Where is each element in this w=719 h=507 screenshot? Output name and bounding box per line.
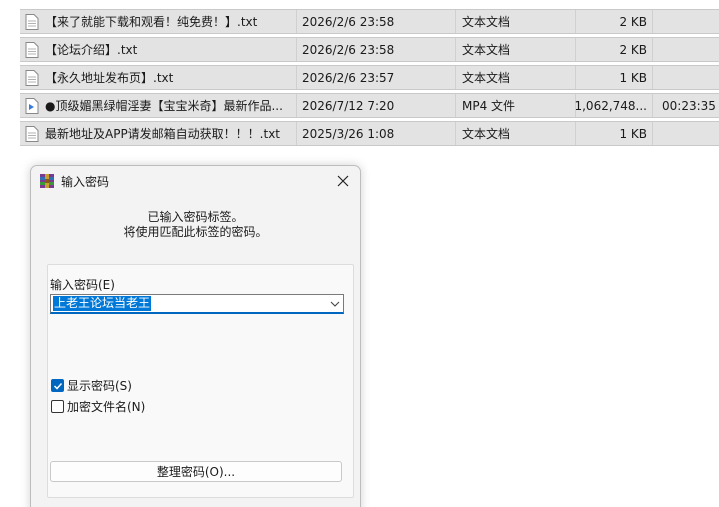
text-file-icon bbox=[25, 125, 39, 142]
text-file-icon bbox=[25, 69, 39, 86]
file-type: 文本文档 bbox=[462, 71, 511, 85]
file-row[interactable]: 【论坛介绍】.txt 2026/2/6 23:58 文本文档 2 KB bbox=[20, 37, 719, 62]
text-file-icon bbox=[25, 41, 39, 58]
column-divider bbox=[575, 10, 576, 33]
file-size: 2 KB bbox=[619, 14, 647, 29]
column-divider bbox=[455, 38, 456, 61]
password-label: 输入密码(E) bbox=[50, 278, 115, 292]
dialog-titlebar: 输入密码 bbox=[31, 166, 360, 196]
file-type: 文本文档 bbox=[462, 15, 511, 29]
column-divider bbox=[455, 66, 456, 89]
file-row[interactable]: 【永久地址发布页】.txt 2026/2/6 23:57 文本文档 1 KB bbox=[20, 65, 719, 90]
column-divider bbox=[296, 10, 297, 33]
file-name: ●顶级媚黑绿帽淫妻【宝宝米奇】最新作品... bbox=[45, 99, 283, 113]
column-divider bbox=[575, 122, 576, 145]
password-dialog: 输入密码 已输入密码标签。 将使用匹配此标签的密码。 输入密码(E) 上老王论坛… bbox=[30, 165, 361, 507]
dialog-message-line2: 将使用匹配此标签的密码。 bbox=[123, 225, 268, 239]
file-name: 【来了就能下载和观看！纯免费！】.txt bbox=[45, 15, 258, 29]
column-divider bbox=[455, 94, 456, 117]
dialog-title: 输入密码 bbox=[61, 175, 110, 189]
checkbox-checked-icon[interactable] bbox=[51, 379, 64, 392]
checkbox-unchecked-icon[interactable] bbox=[51, 400, 64, 413]
column-divider bbox=[455, 122, 456, 145]
show-password-checkbox[interactable]: 显示密码(S) bbox=[51, 377, 132, 394]
file-list: 【来了就能下载和观看！纯免费！】.txt 2026/2/6 23:58 文本文档 2 … bbox=[0, 0, 719, 150]
file-type: 文本文档 bbox=[462, 43, 511, 57]
text-file-icon bbox=[25, 13, 39, 30]
file-size: 2 KB bbox=[619, 42, 647, 57]
encrypt-filenames-checkbox[interactable]: 加密文件名(N) bbox=[51, 398, 145, 415]
file-name: 【论坛介绍】.txt bbox=[45, 43, 138, 57]
file-row[interactable]: 最新地址及APP请发邮箱自动获取！！！.txt 2025/3/26 1:08 文本文… bbox=[20, 121, 719, 146]
organize-passwords-button[interactable]: 整理密码(O)... bbox=[50, 461, 342, 482]
column-divider bbox=[575, 38, 576, 61]
password-input[interactable]: 上老王论坛当老王 bbox=[53, 296, 152, 311]
close-icon bbox=[337, 175, 349, 187]
file-name: 【永久地址发布页】.txt bbox=[45, 71, 174, 85]
column-divider bbox=[296, 38, 297, 61]
column-divider bbox=[652, 122, 653, 145]
column-divider bbox=[296, 122, 297, 145]
close-button[interactable] bbox=[332, 170, 354, 192]
file-date: 2026/2/6 23:58 bbox=[302, 42, 395, 57]
file-duration: 00:23:35 bbox=[662, 98, 716, 113]
file-name: 最新地址及APP请发邮箱自动获取！！！.txt bbox=[45, 127, 281, 141]
file-row[interactable]: ●顶级媚黑绿帽淫妻【宝宝米奇】最新作品... 2026/7/12 7:20 MP4 … bbox=[20, 93, 719, 118]
winrar-icon bbox=[40, 174, 54, 188]
password-combobox[interactable]: 上老王论坛当老王 bbox=[50, 294, 344, 314]
file-size: 1,062,748... bbox=[574, 98, 647, 113]
column-divider bbox=[455, 10, 456, 33]
show-password-label: 显示密码(S) bbox=[67, 379, 132, 393]
file-date: 2026/2/6 23:57 bbox=[302, 70, 395, 85]
file-type: MP4 文件 bbox=[462, 99, 516, 113]
column-divider bbox=[575, 66, 576, 89]
column-divider bbox=[652, 10, 653, 33]
file-date: 2026/2/6 23:58 bbox=[302, 14, 395, 29]
file-size: 1 KB bbox=[619, 70, 647, 85]
column-divider bbox=[652, 94, 653, 117]
encrypt-filenames-label: 加密文件名(N) bbox=[67, 400, 146, 414]
chevron-down-icon[interactable] bbox=[330, 299, 340, 309]
file-size: 1 KB bbox=[619, 126, 647, 141]
password-panel: 输入密码(E) 上老王论坛当老王 显示密码(S) 加密文件名(N) 整理密码(O… bbox=[47, 264, 354, 498]
column-divider bbox=[296, 66, 297, 89]
file-date: 2026/7/12 7:20 bbox=[302, 98, 395, 113]
file-type: 文本文档 bbox=[462, 127, 511, 141]
column-divider bbox=[296, 94, 297, 117]
video-file-icon bbox=[25, 97, 39, 114]
file-date: 2025/3/26 1:08 bbox=[302, 126, 395, 141]
file-row[interactable]: 【来了就能下载和观看！纯免费！】.txt 2026/2/6 23:58 文本文档 2 … bbox=[20, 9, 719, 34]
column-divider bbox=[652, 38, 653, 61]
column-divider bbox=[652, 66, 653, 89]
